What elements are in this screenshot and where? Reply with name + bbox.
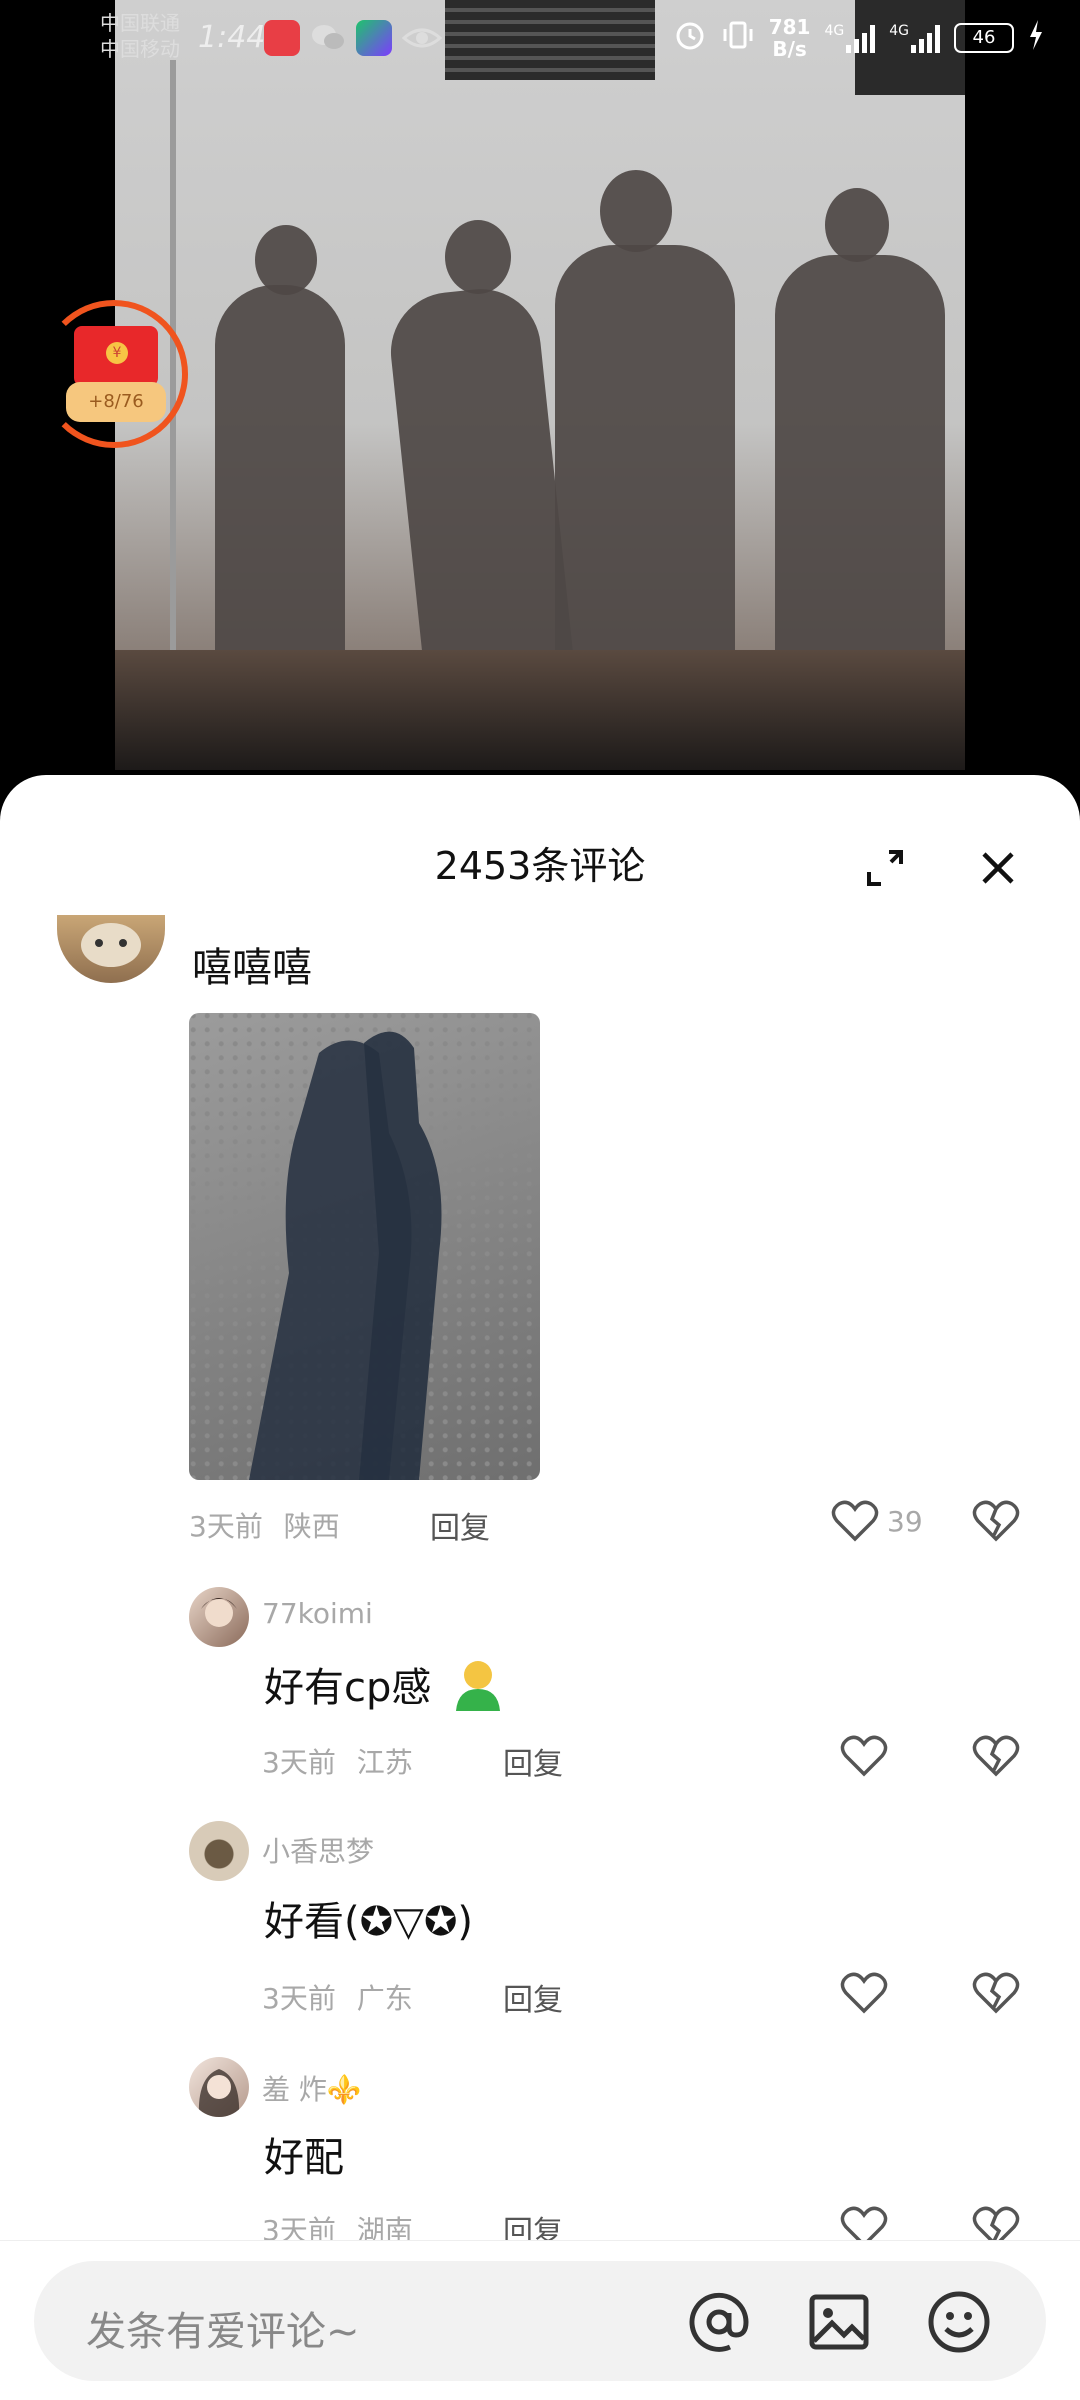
carrier-info: 中国联通 中国移动 xyxy=(100,10,180,62)
like-button[interactable] xyxy=(836,1965,892,2021)
image-button[interactable] xyxy=(804,2287,874,2357)
status-bar: 中国联通 中国移动 1:44 781 B/s 4G 4G 46 xyxy=(0,0,1080,80)
reply-time: 3天前 xyxy=(262,1746,336,1779)
dislike-button[interactable] xyxy=(968,1965,1024,2021)
shadow-head-4 xyxy=(825,188,889,262)
coin-icon: ¥ xyxy=(106,342,128,364)
avatar[interactable] xyxy=(189,2057,249,2117)
comment-time: 3天前 xyxy=(189,1510,263,1543)
reply-button[interactable]: 回复 xyxy=(430,1503,490,1547)
dislike-button[interactable] xyxy=(968,1493,1024,1549)
avatar[interactable] xyxy=(57,915,165,983)
carrier-2: 中国移动 xyxy=(100,37,180,61)
vibrate-icon xyxy=(721,18,755,58)
broken-heart-icon xyxy=(972,1500,1020,1542)
signal-bars-1-icon xyxy=(846,23,876,53)
red-packet-widget[interactable]: ¥ +8/76 xyxy=(40,300,188,448)
comments-count-title: 2453条评论 xyxy=(434,844,646,888)
red-packet-icon: ¥ xyxy=(74,326,158,386)
charging-icon xyxy=(1028,20,1044,56)
reply-meta: 3天前 广东 xyxy=(262,1977,413,2017)
ground xyxy=(115,650,965,770)
reply-meta: 3天前 江苏 xyxy=(262,1741,413,1781)
eye-icon xyxy=(401,22,443,58)
reply-author[interactable]: 羞 炸⚜️ xyxy=(262,2068,362,2108)
avatar[interactable] xyxy=(189,1821,249,1881)
reply-region: 广东 xyxy=(356,1982,413,2015)
net-speed-unit: B/s xyxy=(772,37,807,61)
broken-heart-icon xyxy=(972,1972,1020,2014)
signal-bars-2-icon xyxy=(911,23,940,53)
image-icon xyxy=(809,2294,869,2350)
smiley-icon xyxy=(928,2291,990,2353)
video-frame[interactable] xyxy=(115,0,965,770)
battery-indicator: 46 xyxy=(954,23,1014,53)
shadow-head-2 xyxy=(445,220,511,294)
huawei-store-icon xyxy=(264,20,300,56)
broken-heart-icon xyxy=(972,1735,1020,1777)
screen: 中国联通 中国移动 1:44 781 B/s 4G 4G 46 ¥ +8/76 … xyxy=(0,0,1080,2400)
net-speed-value: 781 xyxy=(768,15,811,39)
like-button[interactable] xyxy=(836,1728,892,1784)
reply-button[interactable]: 回复 xyxy=(503,1739,563,1783)
expand-button[interactable] xyxy=(857,840,913,896)
reply-text: 好有cp感 xyxy=(264,1655,508,1723)
shadow-figure-2 xyxy=(385,283,575,687)
iqiyi-icon xyxy=(356,20,392,56)
close-icon xyxy=(982,852,1014,884)
signal-1: 4G xyxy=(824,23,876,53)
wechat-icon xyxy=(310,22,346,58)
emoji-button[interactable] xyxy=(924,2287,994,2357)
heart-icon xyxy=(840,1972,888,2014)
comment-region: 陕西 xyxy=(283,1510,340,1543)
net-speed: 781 B/s xyxy=(769,16,811,60)
reply-region: 江苏 xyxy=(356,1746,413,1779)
clock: 1:44 xyxy=(198,20,266,55)
like-count: 39 xyxy=(887,1505,923,1538)
reply-time: 3天前 xyxy=(262,1982,336,2015)
person-emoji-icon xyxy=(448,1657,508,1723)
close-button[interactable] xyxy=(970,840,1026,896)
shadow-figure-3 xyxy=(555,245,735,685)
alarm-icon xyxy=(673,18,707,58)
heart-icon xyxy=(831,1500,879,1542)
comment-input-placeholder: 发条有爱评论~ xyxy=(86,2309,360,2355)
shadow-head-3 xyxy=(600,170,672,252)
comment-input-bar: 发条有爱评论~ xyxy=(0,2240,1080,2400)
at-icon xyxy=(689,2292,749,2352)
net-type-2: 4G xyxy=(889,23,909,39)
reply-author[interactable]: 小香思梦 xyxy=(262,1830,374,1870)
comment-image[interactable] xyxy=(189,1013,540,1480)
dislike-button[interactable] xyxy=(968,1728,1024,1784)
expand-icon xyxy=(867,850,903,886)
shadow-figure-4 xyxy=(775,255,945,675)
shadow-figure-1 xyxy=(215,285,345,685)
reply-text-content: 好有cp感 xyxy=(264,1665,432,1711)
heart-icon xyxy=(840,1735,888,1777)
net-type-1: 4G xyxy=(824,23,845,39)
reply-text: 好配 xyxy=(264,2135,344,2181)
comment-input[interactable]: 发条有爱评论~ xyxy=(34,2261,1046,2381)
like-button[interactable] xyxy=(827,1493,883,1549)
avatar[interactable] xyxy=(189,1587,249,1647)
reply-text: 好看(✪▽✪) xyxy=(264,1899,474,1945)
reply-button[interactable]: 回复 xyxy=(503,1975,563,2019)
comment-text: 嘻嘻嘻 xyxy=(192,945,312,991)
signal-2: 4G xyxy=(889,23,940,53)
reply-author[interactable]: 77koimi xyxy=(262,1597,373,1630)
status-right: 781 B/s 4G 4G 46 xyxy=(673,16,1044,60)
mention-button[interactable] xyxy=(684,2287,754,2357)
comment-meta: 3天前 陕西 xyxy=(189,1505,340,1545)
red-packet-progress: +8/76 xyxy=(66,382,166,422)
carrier-1: 中国联通 xyxy=(100,11,180,35)
comment-sheet: 2453条评论 嘻嘻嘻 3天前 陕西 回复 39 77koimi 好有cp感 3… xyxy=(0,775,1080,2400)
